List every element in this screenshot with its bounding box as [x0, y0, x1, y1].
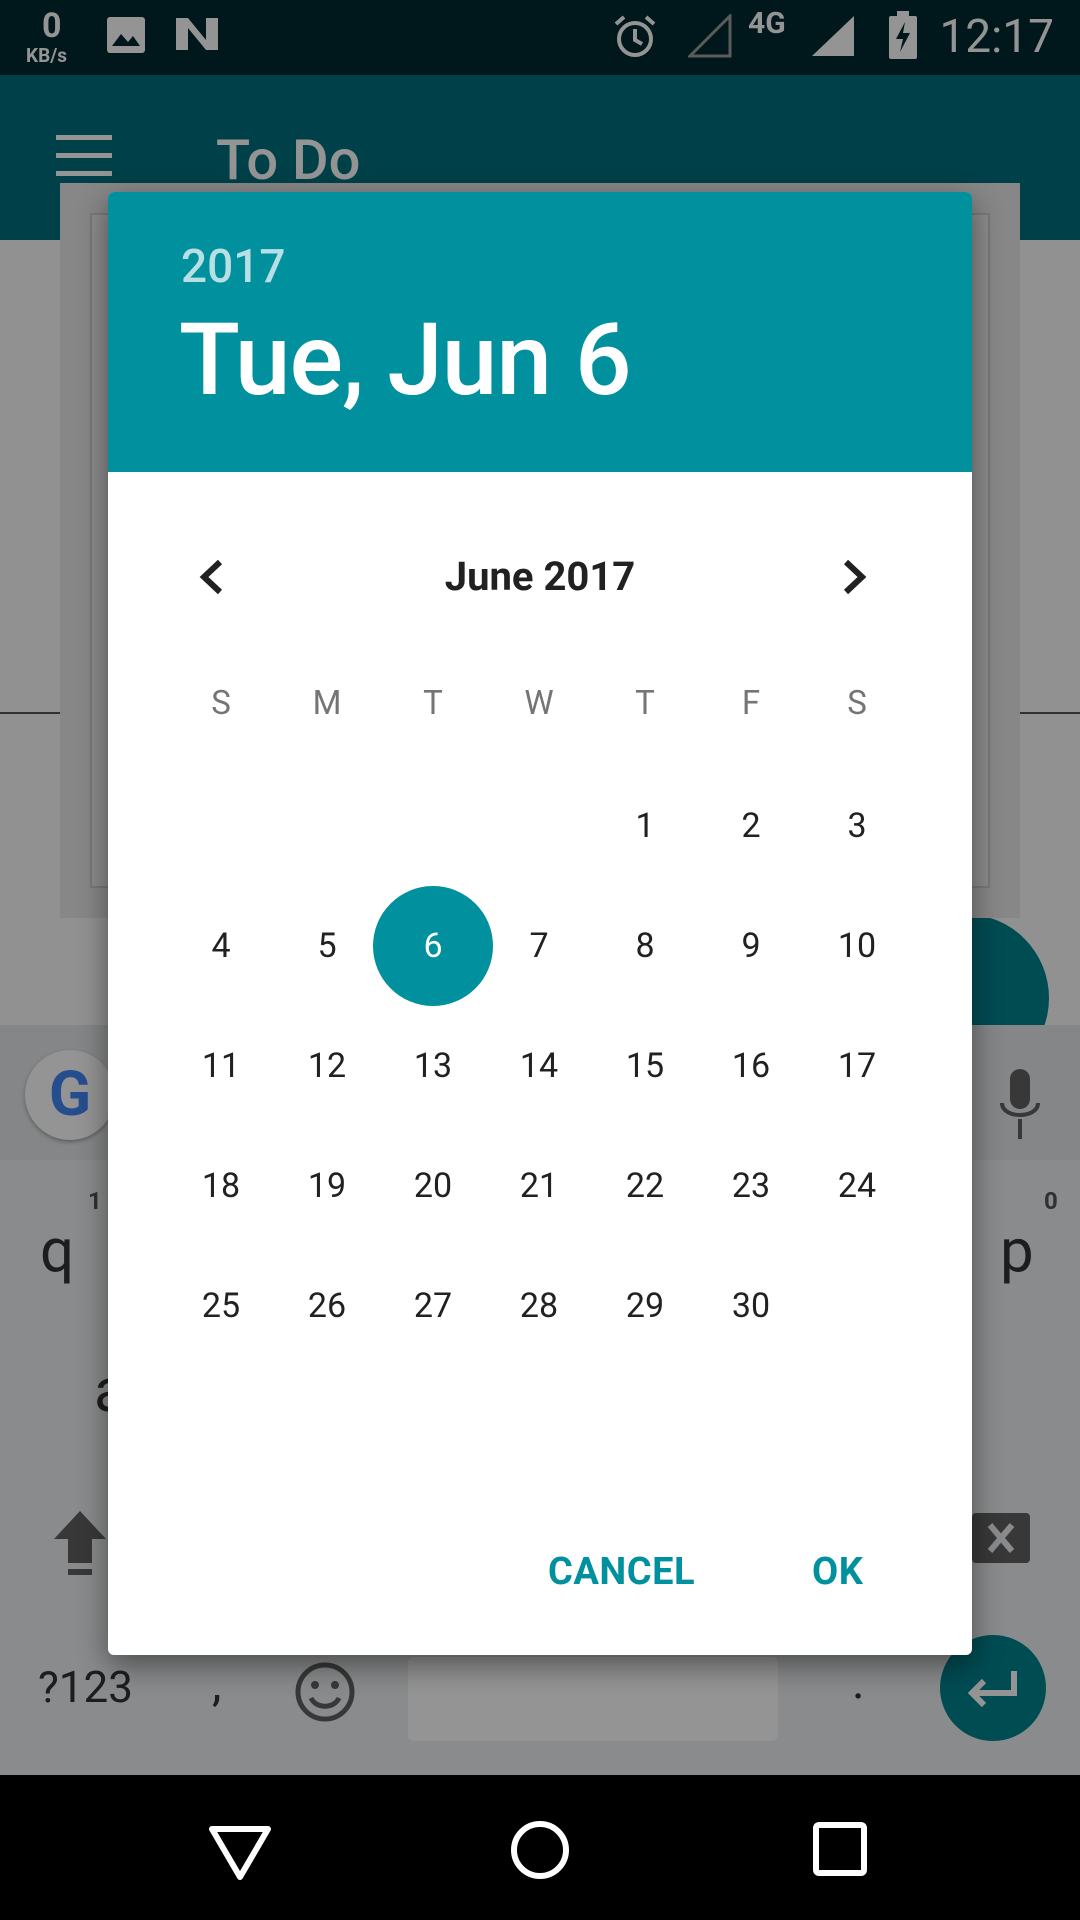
cancel-button[interactable]: CANCEL — [548, 1522, 695, 1622]
calendar-day[interactable]: 1 — [585, 766, 705, 886]
calendar-day[interactable]: 26 — [267, 1246, 387, 1366]
calendar-day[interactable]: 19 — [267, 1126, 387, 1246]
calendar-day[interactable]: 21 — [479, 1126, 599, 1246]
dialog-actions: CANCEL OK — [108, 1522, 972, 1622]
ok-button[interactable]: OK — [812, 1522, 863, 1622]
calendar-day[interactable]: 9 — [691, 886, 811, 1006]
calendar-day[interactable]: 18 — [161, 1126, 281, 1246]
calendar-day[interactable]: 25 — [161, 1246, 281, 1366]
calendar-day[interactable]: 3 — [797, 766, 917, 886]
calendar-day[interactable]: 17 — [797, 1006, 917, 1126]
date-picker-dialog: 2017 Tue, Jun 6 June 2017 SMTWTFS 123456… — [108, 192, 972, 1655]
calendar-day[interactable]: 14 — [479, 1006, 599, 1126]
calendar-day[interactable]: 11 — [161, 1006, 281, 1126]
calendar-day[interactable]: 5 — [267, 886, 387, 1006]
back-icon[interactable] — [200, 1815, 280, 1885]
calendar-day[interactable]: 10 — [797, 886, 917, 1006]
calendar-day[interactable]: 27 — [373, 1246, 493, 1366]
calendar-day[interactable]: 20 — [373, 1126, 493, 1246]
calendar-day[interactable]: 24 — [797, 1126, 917, 1246]
calendar-day[interactable]: 28 — [479, 1246, 599, 1366]
calendar-day[interactable]: 29 — [585, 1246, 705, 1366]
calendar-day[interactable]: 15 — [585, 1006, 705, 1126]
calendar-day[interactable]: 12 — [267, 1006, 387, 1126]
calendar-day[interactable]: 22 — [585, 1126, 705, 1246]
home-icon[interactable] — [500, 1815, 580, 1885]
recents-icon[interactable] — [800, 1815, 880, 1885]
calendar-day[interactable]: 4 — [161, 886, 281, 1006]
calendar-day[interactable]: 13 — [373, 1006, 493, 1126]
navigation-bar — [0, 1775, 1080, 1920]
calendar-day[interactable]: 8 — [585, 886, 705, 1006]
calendar-grid: 1 2 3 4 5 6 7 8 9 10 11 12 13 14 15 16 17 18 19 20 21 22 23 24 2… — [108, 192, 972, 1655]
calendar-day[interactable]: 2 — [691, 766, 811, 886]
calendar-day[interactable]: 16 — [691, 1006, 811, 1126]
calendar-day-selected[interactable]: 6 — [373, 886, 493, 1006]
calendar-day[interactable]: 7 — [479, 886, 599, 1006]
calendar-day[interactable]: 23 — [691, 1126, 811, 1246]
calendar-day[interactable]: 30 — [691, 1246, 811, 1366]
